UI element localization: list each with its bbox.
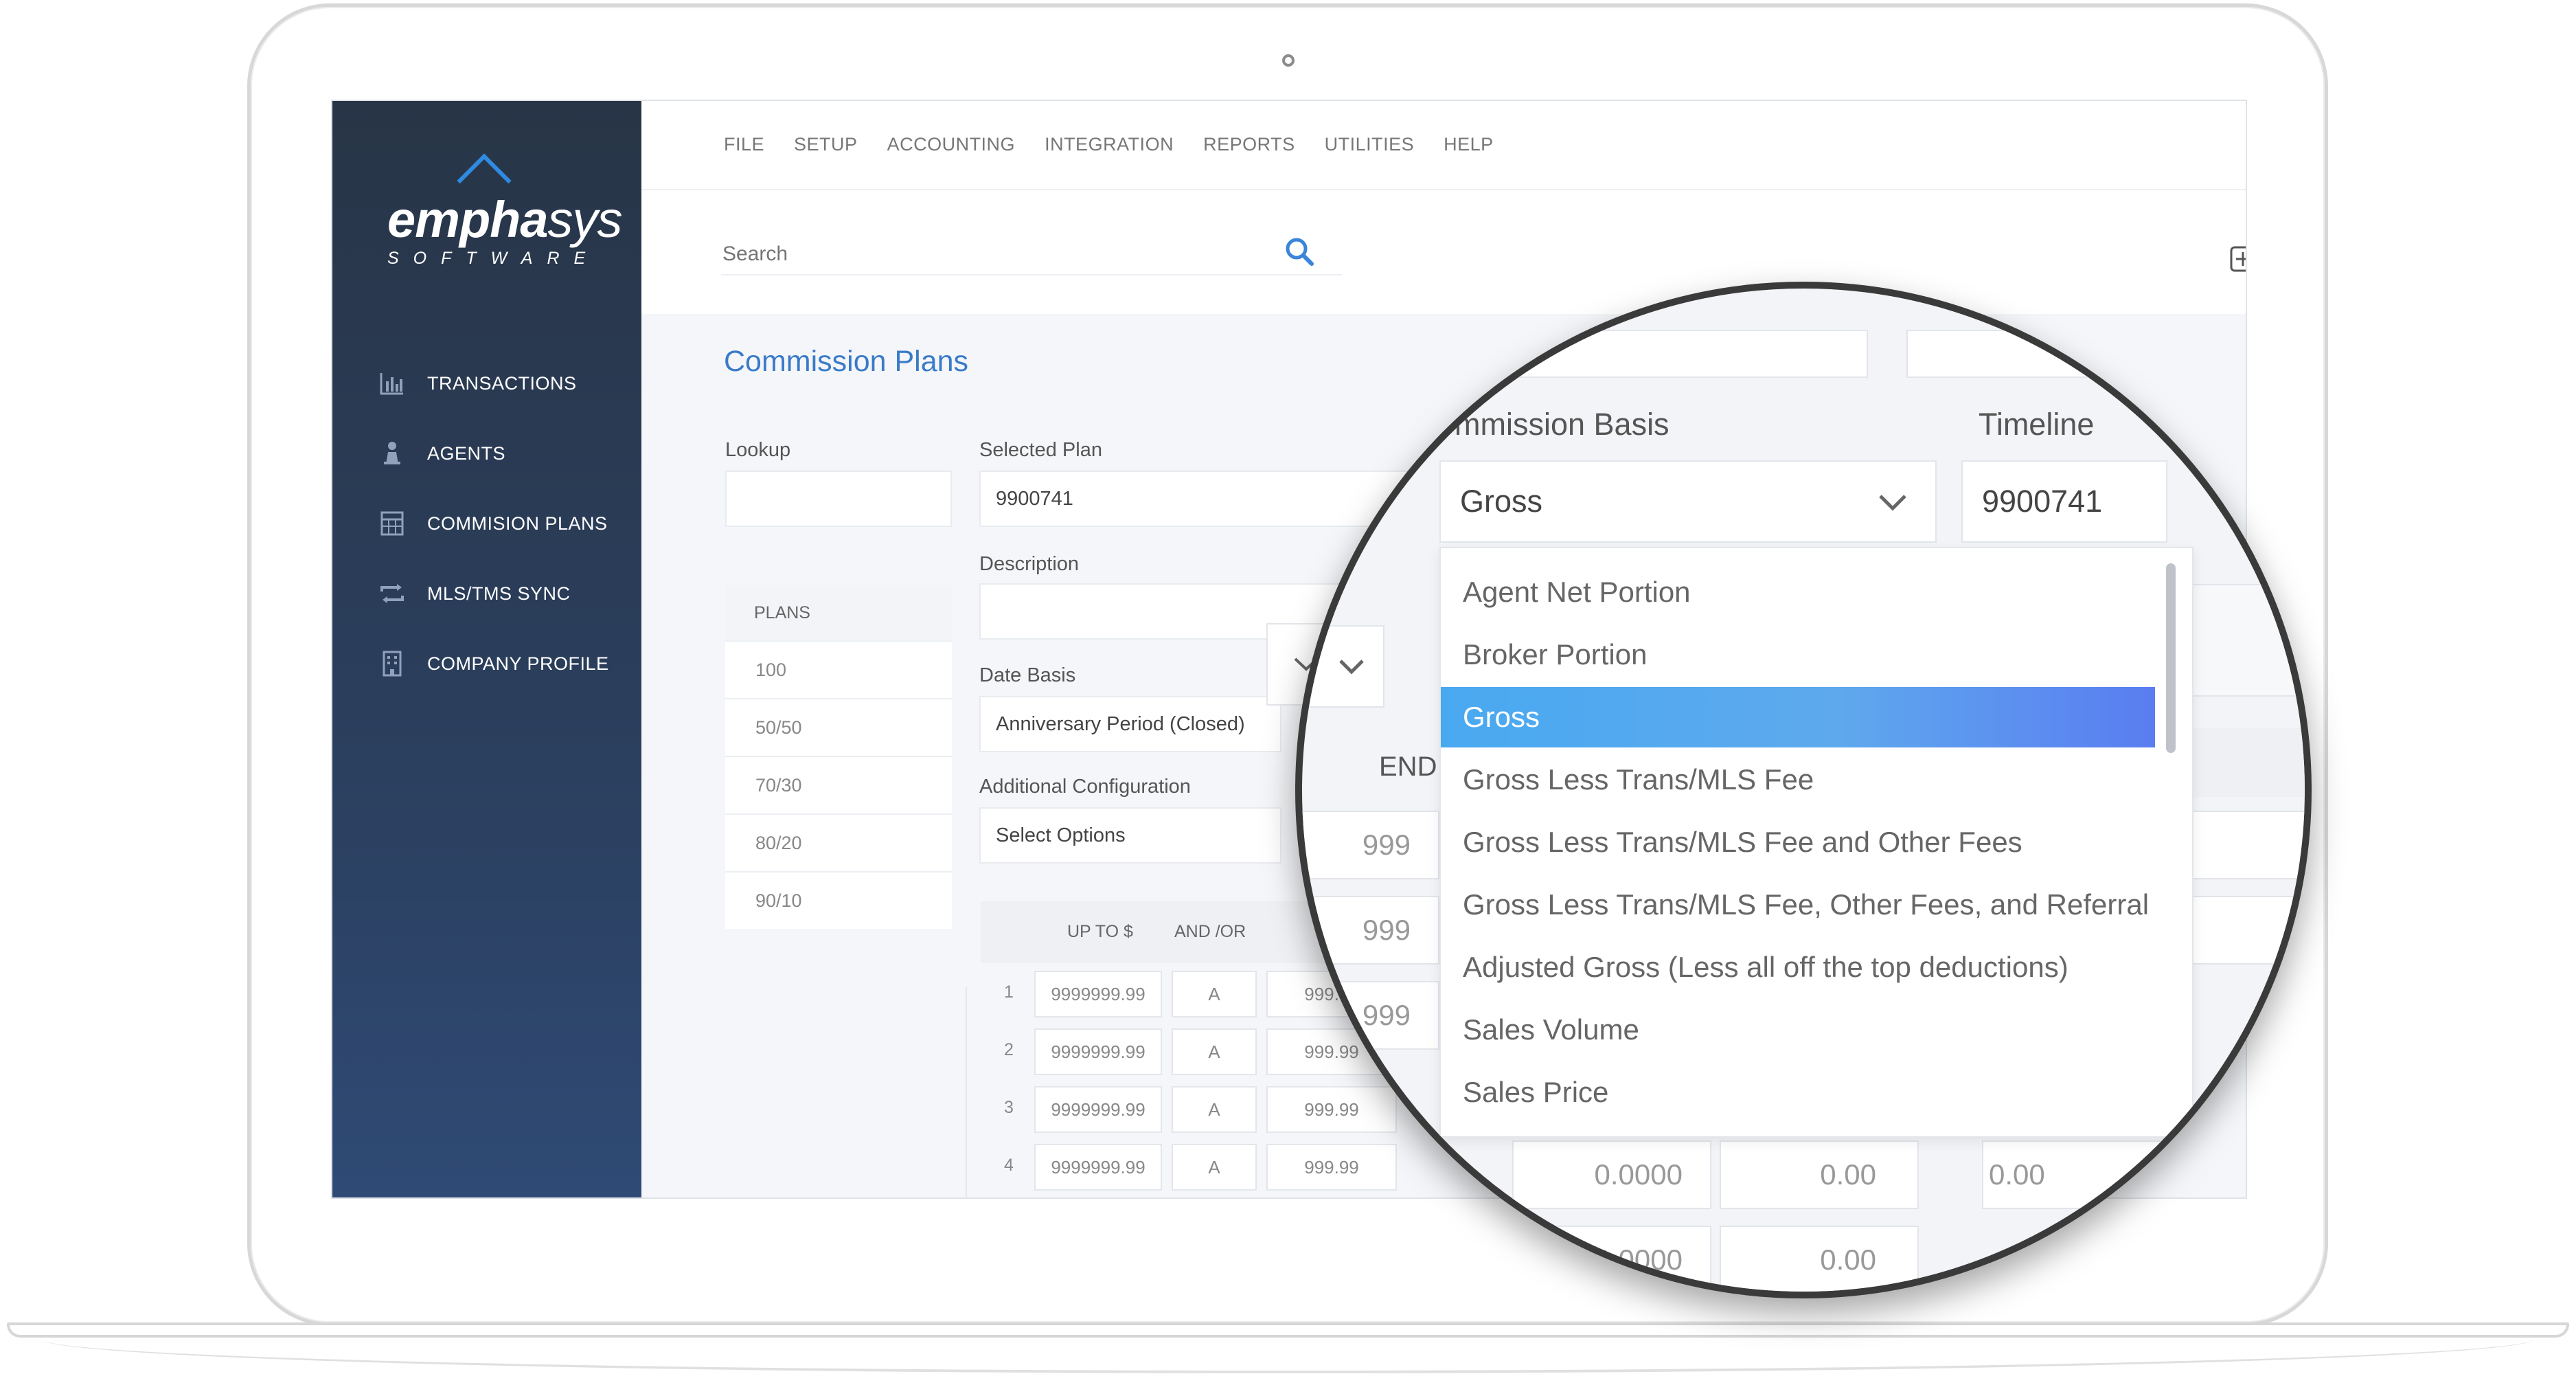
menu-file[interactable]: FILE [724, 134, 764, 155]
plan-item[interactable]: 90/10 [725, 871, 952, 929]
menu-integration[interactable]: INTEGRATION [1045, 134, 1174, 155]
end-value-cell[interactable]: 999 [1302, 896, 1439, 965]
sidebar-item-label: COMMISION PLANS [427, 513, 608, 534]
menu-utilities[interactable]: UTILITIES [1325, 134, 1415, 155]
tier-and-or-cell[interactable]: A [1172, 1086, 1257, 1133]
sidebar-item-label: COMPANY PROFILE [427, 653, 609, 674]
tier-row-number: 3 [1004, 1098, 1014, 1117]
sidebar-item-company-profile[interactable]: COMPANY PROFILE [379, 629, 609, 699]
tier-row-number: 1 [1004, 982, 1014, 1002]
dropdown-option[interactable]: Agent Net Portion [1441, 562, 2155, 622]
sidebar-item-transactions[interactable]: TRANSACTIONS [379, 348, 609, 418]
commission-basis-select[interactable]: Gross [1439, 460, 1937, 543]
sidebar-item-agents[interactable]: AGENTS [379, 418, 609, 488]
column-divider [966, 987, 967, 1197]
end-value-cell[interactable]: 999 [1302, 811, 1439, 879]
amount-cell[interactable]: 0.00 [1982, 1140, 2181, 1209]
tier-and-or-cell[interactable]: A [1172, 971, 1257, 1017]
search-input[interactable] [721, 234, 1342, 275]
additional-config-label: Additional Configuration [979, 776, 1191, 798]
lookup-label: Lookup [725, 439, 791, 461]
commission-basis-dropdown: Agent Net Portion Broker Portion Gross G… [1439, 547, 2193, 1138]
commission-basis-value: Gross [1460, 484, 1543, 519]
end-value-cell[interactable]: 99 [1302, 1140, 1439, 1209]
selected-plan-label: Selected Plan [979, 439, 1102, 461]
tier-up-to-cell[interactable]: 9999999.99 [1034, 1144, 1162, 1191]
dropdown-option[interactable]: Sales Volume [1441, 1000, 2155, 1060]
plan-item[interactable]: 70/30 [725, 756, 952, 813]
plan-item[interactable]: 100 [725, 640, 952, 698]
tier-up-to-cell[interactable]: 9999999.99 [1034, 1028, 1162, 1075]
add-icon[interactable] [2228, 244, 2246, 274]
bar-chart-icon [379, 370, 405, 396]
sidebar-item-mls-tms-sync[interactable]: MLS/TMS SYNC [379, 559, 609, 629]
sync-icon [379, 581, 405, 607]
magnified-field-top-right [1906, 330, 2112, 378]
tier-and-or-cell[interactable]: A [1172, 1028, 1257, 1075]
timeline-field[interactable]: 9900741 [1961, 460, 2167, 543]
dropdown-option[interactable]: Gross Less Trans/MLS Fee and Other Fees [1441, 812, 2155, 872]
building-icon [379, 651, 405, 677]
date-basis-label: Date Basis [979, 664, 1076, 686]
sidebar-item-label: AGENTS [427, 442, 506, 464]
dropdown-scrollbar[interactable] [2166, 563, 2176, 753]
top-menu-bar: FILE SETUP ACCOUNTING INTEGRATION REPORT… [641, 101, 2246, 190]
dropdown-option[interactable]: Gross Less Trans/MLS Fee, Other Fees, an… [1441, 875, 2155, 935]
description-label: Description [979, 553, 1080, 575]
logo: emphasys SOFTWARE [387, 153, 623, 293]
up-to-header: UP TO $ [1067, 922, 1133, 941]
tier-row-number: 4 [1004, 1156, 1014, 1175]
laptop-foot [41, 1338, 2534, 1373]
tier-row-number: 2 [1004, 1040, 1014, 1059]
chevron-down-icon [1879, 495, 1906, 511]
dropdown-option[interactable]: Gross Less Trans/MLS Fee [1441, 750, 2155, 810]
page-title: Commission Plans [724, 345, 969, 378]
menu-help[interactable]: HELP [1444, 134, 1494, 155]
logo-word: emphasys [387, 191, 623, 248]
search-icon[interactable] [1284, 236, 1315, 267]
magnified-view: mmission Basis Gross Timeline 9900741 fi… [1302, 289, 2305, 1292]
sidebar-item-label: MLS/TMS SYNC [427, 583, 571, 604]
logo-subtitle: SOFTWARE [387, 249, 600, 268]
menu-setup[interactable]: SETUP [794, 134, 858, 155]
dropdown-option[interactable]: Adjusted Gross (Less all off the top ded… [1441, 937, 2155, 998]
tier-up-to-cell[interactable]: 9999999.99 [1034, 1086, 1162, 1133]
magnified-select-partial[interactable] [1302, 625, 1384, 708]
laptop-base [7, 1322, 2569, 1338]
tier-and-or-cell[interactable]: A [1172, 1144, 1257, 1191]
end-header: END [1379, 752, 1437, 782]
commission-basis-label: mmission Basis [1455, 407, 1669, 442]
sidebar: emphasys SOFTWARE TRANSACTIONS AGENTS CO… [332, 101, 641, 1197]
chevron-down-icon [1339, 660, 1364, 675]
main-menu: FILE SETUP ACCOUNTING INTEGRATION REPORT… [724, 134, 1523, 155]
magnified-field-top [1439, 330, 1868, 378]
sidebar-item-label: TRANSACTIONS [427, 372, 577, 394]
amount-cell[interactable]: 0.00 [1720, 1226, 1919, 1292]
plans-header: PLANS [725, 585, 952, 640]
menu-reports[interactable]: REPORTS [1203, 134, 1295, 155]
date-basis-select[interactable]: Anniversary Period (Closed) [979, 696, 1281, 752]
sidebar-item-commision-plans[interactable]: COMMISION PLANS [379, 488, 609, 559]
plans-list: PLANS 100 50/50 70/30 80/20 90/10 [725, 585, 952, 929]
plan-item[interactable]: 80/20 [725, 813, 952, 871]
menu-accounting[interactable]: ACCOUNTING [887, 134, 1016, 155]
rate-cell[interactable]: 0.0000 [1512, 1226, 1711, 1292]
dropdown-option[interactable]: Broker Portion [1441, 624, 2155, 685]
additional-config-select[interactable]: Select Options [979, 807, 1281, 864]
end-value-cell[interactable]: 999 [1302, 981, 1439, 1050]
timeline-label: Timeline [1979, 407, 2095, 442]
calculator-icon [379, 510, 405, 537]
dropdown-option-selected[interactable]: Gross [1441, 687, 2155, 747]
lookup-field[interactable] [725, 471, 952, 527]
rate-cell[interactable]: 0.0000 [1512, 1140, 1711, 1209]
dropdown-option[interactable]: Sales Price [1441, 1062, 2155, 1123]
agent-icon [379, 440, 405, 466]
sidebar-nav: TRANSACTIONS AGENTS COMMISION PLANS MLS/… [379, 348, 609, 699]
amount-cell[interactable]: 0.00 [1720, 1140, 1919, 1209]
magnifier-lens: mmission Basis Gross Timeline 9900741 fi… [1295, 282, 2312, 1298]
and-or-header: AND /OR [1174, 922, 1246, 941]
camera-icon [1282, 54, 1295, 67]
tier-up-to-cell[interactable]: 9999999.99 [1034, 971, 1162, 1017]
plan-item[interactable]: 50/50 [725, 698, 952, 756]
